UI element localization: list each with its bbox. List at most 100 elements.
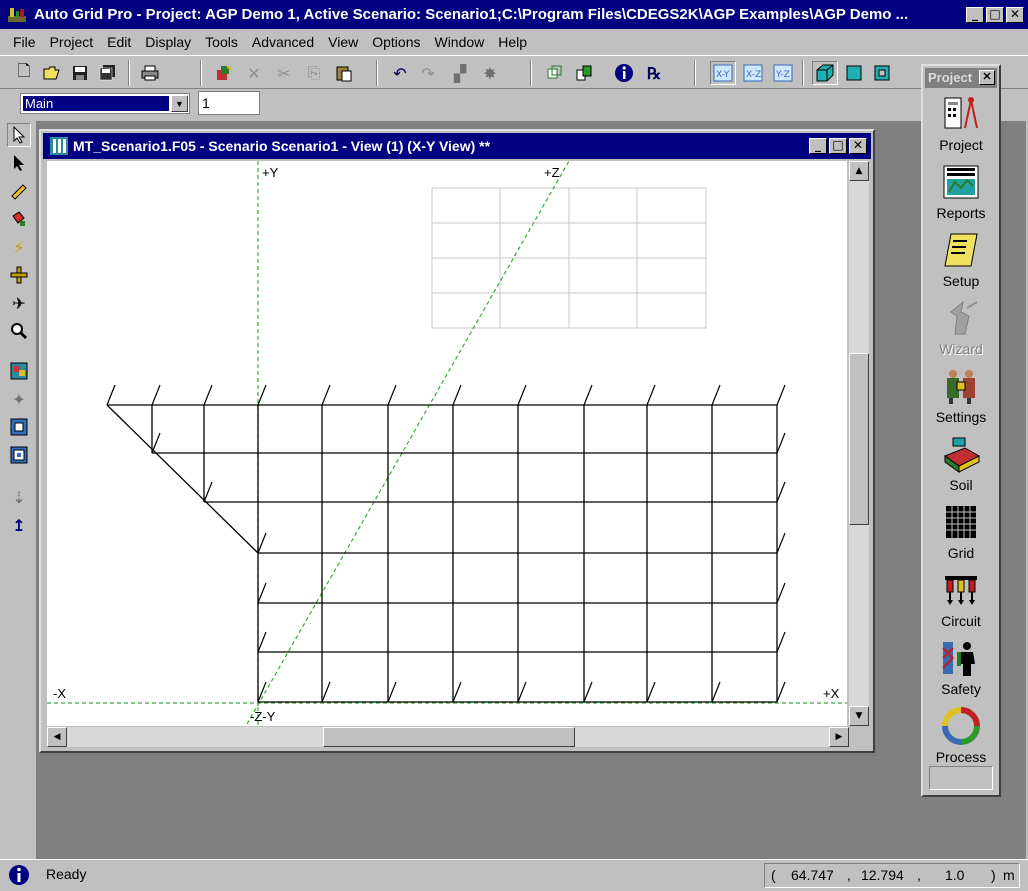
pointer-icon[interactable] [7,151,31,175]
view-number-field[interactable]: 1 [198,91,260,115]
copy-object-icon[interactable] [572,61,596,85]
step-down-icon[interactable]: ⇣ [7,485,31,509]
transform-icon[interactable]: ▞ [448,61,472,85]
axis-label-plus-y: +Y [262,165,279,180]
new-file-icon[interactable]: 🗋 [12,61,36,85]
menu-project[interactable]: Project [43,34,101,50]
axis-label-plus-x: +X [823,686,840,701]
info-icon[interactable] [612,61,636,85]
open-folder-icon[interactable] [40,61,64,85]
view-minimize-button[interactable]: _ [809,138,827,154]
info-status-icon [9,865,29,885]
palette-item-wizard[interactable]: Wizard [927,296,995,360]
close-button[interactable]: ✕ [1006,6,1024,23]
view-maximize-button[interactable]: □ [829,138,847,154]
coord-y: 12.794 [861,867,904,883]
vertical-scrollbar[interactable]: ▲ ▼ [849,161,869,726]
reports-icon [943,165,979,199]
pencil-icon[interactable] [7,179,31,203]
cross-conductor-icon[interactable] [7,263,31,287]
palette-close-button[interactable]: ✕ [979,70,995,85]
menu-display[interactable]: Display [138,34,198,50]
process-icon [942,707,980,745]
airplane-icon[interactable]: ✈ [7,291,31,315]
select-pointer-icon[interactable] [7,123,31,147]
horizontal-scroll-thumb[interactable] [323,727,575,747]
view-window-title-bar[interactable]: MT_Scenario1.F05 - Scenario Scenario1 - … [43,133,871,159]
scroll-right-icon[interactable]: ▶ [829,727,849,747]
paint-icon[interactable] [7,207,31,231]
palette-label-grid: Grid [947,545,975,561]
reference-grid [431,187,707,329]
palette-item-setup[interactable]: Setup [927,228,995,292]
menu-view[interactable]: View [321,34,365,50]
coord-z: 1.0 [945,867,965,883]
scenario-select[interactable]: Main ▼ [20,93,190,114]
xy-view-icon[interactable]: X-Y [710,61,736,85]
coord-unit: m [1003,867,1015,883]
palette-label-soil: Soil [949,477,973,493]
color-map-icon[interactable] [7,359,31,383]
palette-item-settings[interactable]: Settings [927,364,995,428]
svg-text:Y-Z: Y-Z [775,70,790,80]
zoom-icon[interactable] [7,319,31,343]
palette-item-reports[interactable]: Reports [927,160,995,224]
paste-icon[interactable] [332,61,356,85]
palette-title-bar[interactable]: Project ✕ [925,68,997,88]
step-up-icon[interactable]: ↥ [7,513,31,537]
frame-view-icon[interactable] [870,61,894,85]
copy-icon[interactable]: ⎘ [302,61,326,85]
menu-advanced[interactable]: Advanced [245,34,321,50]
undo-icon[interactable]: ↶ [388,61,412,85]
zoom-extents-icon[interactable] [7,443,31,467]
conductor-grid [106,404,778,703]
scroll-up-icon[interactable]: ▲ [849,161,869,181]
disabled-tool-icon[interactable]: ✦ [7,387,31,411]
palette-item-soil[interactable]: Soil [927,432,995,496]
save-all-icon[interactable] [96,61,120,85]
maximize-button[interactable]: □ [986,6,1004,23]
menu-help[interactable]: Help [491,34,534,50]
app-title-bar[interactable]: Auto Grid Pro - Project: AGP Demo 1, Act… [0,0,1028,29]
axis-label-plus-z: +Z [544,165,560,180]
3d-view-icon[interactable] [812,61,838,85]
redo-icon[interactable]: ↷ [416,61,440,85]
palette-item-project[interactable]: Project [927,92,995,156]
palette-label-circuit: Circuit [941,613,981,629]
ground-rods [106,384,786,703]
scroll-down-icon[interactable]: ▼ [849,706,869,726]
horizontal-scrollbar[interactable]: ◀ ▶ [47,727,849,747]
vertical-scroll-thumb[interactable] [849,353,869,525]
settings-wand-icon[interactable] [212,61,236,85]
square-view-icon[interactable] [842,61,866,85]
menu-window[interactable]: Window [427,34,491,50]
view-close-button[interactable]: ✕ [849,138,867,154]
rotate-object-icon[interactable] [542,61,566,85]
minimize-button[interactable]: _ [966,6,984,23]
menu-file[interactable]: File [6,34,43,50]
palette-item-grid[interactable]: Grid [927,500,995,564]
palette-status-field [929,766,993,790]
coordinate-readout: ( 64.747 , 12.794 , 1.0 ) m [764,863,1020,888]
delete-icon[interactable]: ✕ [242,61,266,85]
menu-tools[interactable]: Tools [198,34,245,50]
prescription-icon[interactable]: ℞ [642,61,666,85]
lightning-icon[interactable]: ⚡ [7,235,31,259]
yz-view-icon[interactable]: Y-Z [770,61,796,85]
palette-item-safety[interactable]: Safety [927,636,995,700]
scroll-left-icon[interactable]: ◀ [47,727,67,747]
palette-item-process[interactable]: Process [927,704,995,768]
palette-item-circuit[interactable]: Circuit [927,568,995,632]
xz-view-icon[interactable]: X-Z [740,61,766,85]
menu-edit[interactable]: Edit [100,34,138,50]
axis-label-minus-x: -X [53,686,66,701]
explode-icon[interactable]: ✸ [478,61,502,85]
cut-icon[interactable]: ✂ [272,61,296,85]
xy-view-canvas[interactable]: +Y +Z -X +X -Z-Y [47,161,847,726]
menu-options[interactable]: Options [365,34,427,50]
fit-view-icon[interactable] [7,415,31,439]
print-icon[interactable] [138,61,162,85]
wizard-icon [950,300,978,335]
chevron-down-icon[interactable]: ▼ [171,95,188,112]
save-icon[interactable] [68,61,92,85]
